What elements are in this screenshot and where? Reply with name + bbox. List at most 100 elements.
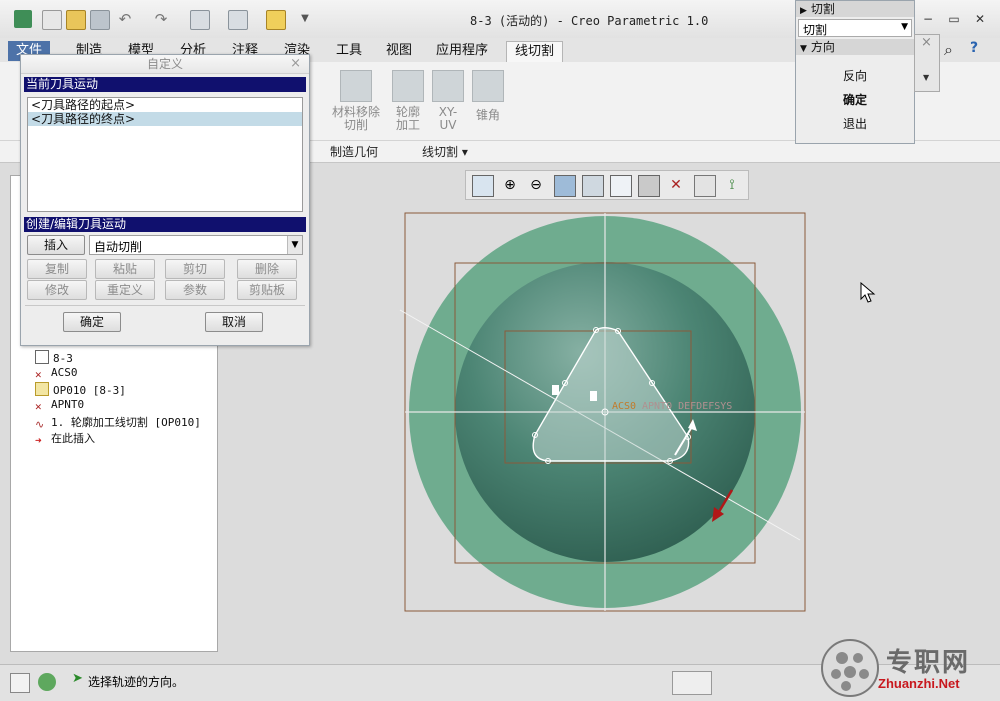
xy-uv-icon [432, 70, 464, 102]
view-manager-icon[interactable] [638, 175, 660, 197]
material-removal-button[interactable]: 材料移除切削 [330, 70, 382, 132]
menu-item-done[interactable]: 确定 [796, 91, 914, 108]
tree-item-wire-cut[interactable]: ∿ 1. 轮廓加工线切割 [OP010] [35, 414, 201, 431]
help-icon[interactable]: ? [970, 40, 978, 56]
spin-center-icon[interactable]: ⟟ [722, 175, 742, 195]
menu-header-direction[interactable]: ▼ 方向 [796, 39, 914, 55]
tab-wire-cut[interactable]: 线切割 [506, 41, 564, 64]
tree-item-label: 1. 轮廓加工线切割 [OP010] [51, 416, 201, 429]
open-folder-icon[interactable] [66, 10, 86, 30]
minimize-button[interactable]: − [920, 12, 936, 26]
zoom-in-icon[interactable]: ⊕ [500, 175, 520, 195]
redo-icon[interactable]: ↷ [152, 10, 170, 28]
saved-views-icon[interactable] [610, 175, 632, 197]
contour-machining-button[interactable]: 轮廓加工 [390, 70, 426, 132]
csys-label: ACS0 [612, 401, 636, 412]
menu-manager: ▶ 切割 切割 ▼ ▼ 方向 反向 确定 退出 [795, 0, 915, 144]
dialog-title: 自定义 [21, 55, 309, 74]
menu-item-flip[interactable]: 反向 [796, 67, 914, 84]
contour-machining-label: 轮廓加工 [395, 105, 420, 132]
browser-toggle-icon[interactable] [38, 673, 56, 691]
parameters-button[interactable]: 参数 [165, 280, 225, 300]
watermark: 专职网 Zhuanzhi.Net [820, 630, 1000, 700]
dialog-close-button[interactable]: × [290, 56, 301, 71]
annotation-display-icon[interactable] [694, 175, 716, 197]
status-message: 选择轨迹的方向。 [88, 675, 185, 689]
group-wire-cut[interactable]: 线切割 ▾ [422, 142, 468, 162]
tab-applications[interactable]: 应用程序 [428, 41, 496, 61]
zoom-fit-icon[interactable] [472, 175, 494, 197]
chevron-right-icon: ▶ [800, 6, 807, 16]
customize-toolbar-icon[interactable]: ▼ [296, 10, 314, 28]
tree-item-operation[interactable]: OP010 [8-3] [35, 382, 126, 397]
view-toolbar: ⊕ ⊖ ✕ ⟟ [465, 170, 749, 200]
window-icon[interactable] [228, 10, 248, 30]
tool-motion-list[interactable]: <刀具路径的起点> <刀具路径的终点> [27, 97, 303, 212]
cut-dropdown[interactable]: 切割 ▼ [798, 19, 912, 37]
save-icon[interactable] [90, 10, 110, 30]
close-window-icon[interactable] [266, 10, 286, 30]
menu-header-label: 方向 [810, 40, 835, 54]
maximize-button[interactable]: ▭ [946, 12, 962, 26]
watermark-ball-logo [821, 639, 879, 697]
window-title: 8-3 (活动的) - Creo Parametric 1.0 [470, 14, 709, 28]
copy-button[interactable]: 复制 [27, 259, 87, 279]
insert-button[interactable]: 插入 [27, 235, 85, 255]
tree-item-label: OP010 [8-3] [53, 384, 126, 397]
taper-angle-icon [472, 70, 504, 102]
cut-button[interactable]: 剪切 [165, 259, 225, 279]
xy-uv-button[interactable]: XY-UV [430, 70, 466, 132]
taper-angle-label: 锥角 [475, 108, 500, 122]
modify-button[interactable]: 修改 [27, 280, 87, 300]
graphics-window[interactable]: ACS0 APNT0 DEFDEFSYS [380, 205, 820, 625]
menu-item-quit[interactable]: 退出 [796, 115, 914, 132]
app-logo-icon [14, 10, 32, 28]
ok-button[interactable]: 确定 [63, 312, 121, 332]
new-file-icon[interactable] [42, 10, 62, 30]
delete-button[interactable]: 删除 [237, 259, 297, 279]
redefine-button[interactable]: 重定义 [95, 280, 155, 300]
tree-item-csys[interactable]: ✕ ACS0 [35, 366, 78, 381]
tree-item-label: ACS0 [51, 366, 78, 379]
tree-item-point[interactable]: ✕ APNT0 [35, 398, 85, 413]
message-arrow-icon: ➤ [72, 671, 83, 686]
clipboard-button[interactable]: 剪贴板 [237, 280, 297, 300]
tree-toggle-icon[interactable] [10, 673, 30, 693]
wire-cut-icon: ∿ [35, 418, 45, 431]
tree-item-label: 8-3 [53, 352, 73, 365]
marker-left [552, 385, 559, 395]
repaint-icon[interactable] [554, 175, 576, 197]
menu-header-cut[interactable]: ▶ 切割 [796, 1, 914, 17]
search-icon[interactable]: ⌕ [944, 40, 953, 60]
tree-item-insert-here[interactable]: ➜ 在此插入 [35, 430, 95, 447]
menu-side-panel: × ▼ [914, 34, 940, 92]
cut-dropdown-value: 切割 [803, 23, 828, 37]
find-icon[interactable] [672, 671, 712, 695]
list-item[interactable]: <刀具路径的起点> [28, 98, 302, 112]
menu-close-button[interactable]: × [921, 35, 932, 50]
display-style-icon[interactable] [582, 175, 604, 197]
mouse-cursor-icon [860, 282, 876, 303]
paste-button[interactable]: 粘贴 [95, 259, 155, 279]
zoom-out-icon[interactable]: ⊖ [526, 175, 546, 195]
tree-item-label: APNT0 [51, 398, 85, 411]
taper-angle-button[interactable]: 锥角 [470, 70, 506, 123]
customize-dialog: 自定义 × 当前刀具运动 <刀具路径的起点> <刀具路径的终点> 创建/编辑刀具… [20, 54, 310, 346]
undo-icon[interactable]: ↶ [116, 10, 134, 28]
motion-type-select[interactable]: 自动切削 ▼ [89, 235, 303, 255]
regenerate-icon[interactable] [190, 10, 210, 30]
cancel-button[interactable]: 取消 [205, 312, 263, 332]
list-item-selected[interactable]: <刀具路径的终点> [28, 112, 302, 126]
chevron-down-icon: ▼ [800, 44, 807, 54]
motion-type-value: 自动切削 [94, 240, 143, 254]
overlay-label: APNT0 DEFDEFSYS [642, 401, 732, 412]
chevron-down-icon[interactable]: ▼ [923, 73, 929, 82]
tree-item-part[interactable]: 8-3 [35, 350, 73, 365]
tab-view[interactable]: 视图 [378, 41, 420, 61]
group-mfg-geometry[interactable]: 制造几何 [330, 142, 378, 162]
close-button[interactable]: ✕ [972, 12, 988, 26]
tab-tools[interactable]: 工具 [328, 41, 370, 61]
csys-icon: ✕ [35, 368, 42, 381]
dialog-divider [25, 305, 305, 306]
datum-display-icon[interactable]: ✕ [666, 175, 686, 195]
